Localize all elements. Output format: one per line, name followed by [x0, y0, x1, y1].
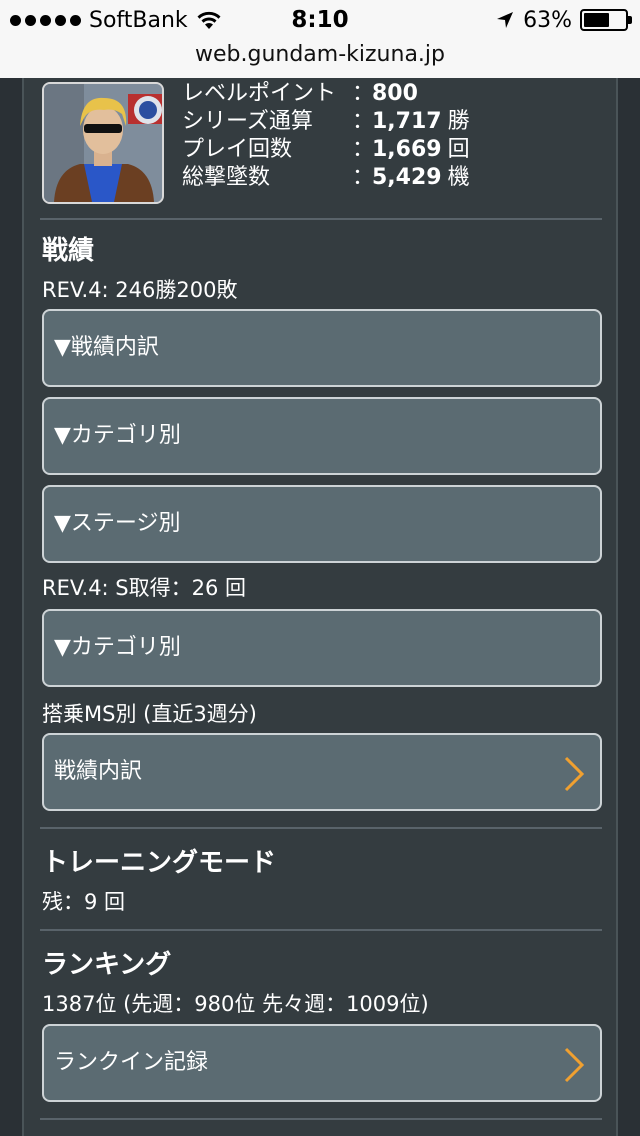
profile-stats: レベルポイント ： 800 シリーズ通算 ： 1,717 勝 プレイ回数 ： 1… — [182, 80, 470, 192]
battery-percent: 63% — [523, 7, 572, 33]
stat-unit: 回 — [447, 137, 470, 162]
stat-level-points: レベルポイント ： 800 — [182, 80, 470, 108]
url-bar[interactable]: web.gundam-kizuna.jp — [0, 40, 640, 78]
stat-value: 1,717 — [372, 109, 442, 134]
chevron-right-icon — [564, 1047, 585, 1083]
s-rank-count: REV.4: S取得：26 回 — [42, 576, 247, 600]
divider — [40, 218, 602, 220]
ranking-summary: 1387位 (先週：980位 先々週：1009位) — [42, 992, 429, 1016]
stat-series-wins: シリーズ通算 ： 1,717 勝 — [182, 108, 470, 136]
page-content: レベルポイント ： 800 シリーズ通算 ： 1,717 勝 プレイ回数 ： 1… — [22, 78, 618, 1136]
stat-unit: 勝 — [447, 109, 470, 134]
divider — [40, 827, 602, 829]
ms-record-button-label: 戦績内訳 — [54, 759, 143, 784]
stat-total-kills: 総撃墜数 ： 5,429 機 — [182, 164, 470, 192]
status-right: 63% — [495, 6, 632, 34]
stat-label: シリーズ通算 — [182, 109, 313, 134]
battery-fill — [584, 13, 609, 27]
stat-play-count: プレイ回数 ： 1,669 回 — [182, 136, 470, 164]
stat-value: 5,429 — [372, 165, 442, 190]
record-breakdown-toggle[interactable]: ▼戦績内訳 — [42, 309, 602, 387]
s-rank-category-toggle[interactable]: ▼カテゴリ別 — [42, 609, 602, 687]
stat-colon: ： — [352, 109, 375, 134]
stage-toggle[interactable]: ▼ステージ別 — [42, 485, 602, 563]
pilot-avatar — [42, 82, 164, 204]
stat-colon: ： — [352, 165, 375, 190]
rank-in-record-button[interactable]: ランクイン記録 — [42, 1024, 602, 1102]
ms-section-label: 搭乗MS別 (直近3週分) — [42, 702, 257, 726]
training-title: トレーニングモード — [42, 848, 277, 878]
stat-colon: ： — [352, 81, 375, 106]
stat-unit: 機 — [447, 165, 470, 190]
stat-label: レベルポイント — [182, 81, 337, 106]
ms-record-button[interactable]: 戦績内訳 — [42, 733, 602, 811]
stat-value: 800 — [372, 81, 418, 106]
stat-label: プレイ回数 — [182, 137, 293, 162]
location-arrow-icon — [497, 12, 514, 28]
battery-icon — [580, 9, 632, 31]
stat-value: 1,669 — [372, 137, 442, 162]
stat-colon: ： — [352, 137, 375, 162]
training-remaining: 残：9 回 — [42, 890, 126, 914]
status-bar: SoftBank 8:10 63% — [0, 0, 640, 40]
record-title: 戦績 — [42, 236, 95, 266]
rev-summary: REV.4: 246勝200敗 — [42, 278, 238, 302]
divider — [40, 1118, 602, 1120]
chevron-right-icon — [564, 756, 585, 792]
divider — [40, 929, 602, 931]
ranking-title: ランキング — [42, 950, 172, 980]
pilot-avatar-image — [44, 84, 162, 202]
rank-in-record-label: ランクイン記録 — [54, 1050, 209, 1075]
stat-label: 総撃墜数 — [182, 165, 271, 190]
category-toggle[interactable]: ▼カテゴリ別 — [42, 397, 602, 475]
